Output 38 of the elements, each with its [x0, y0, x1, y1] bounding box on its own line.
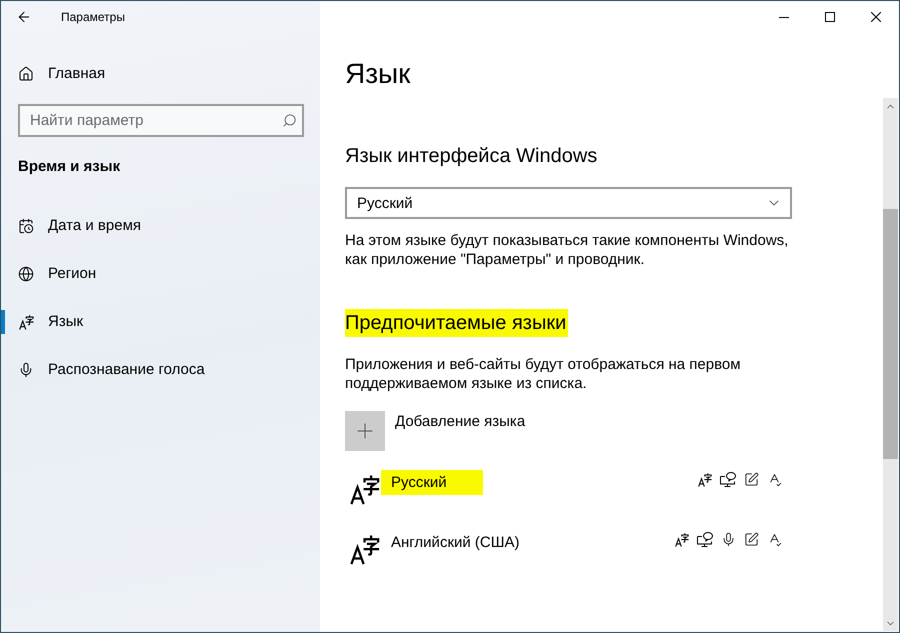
microphone-icon: [18, 362, 34, 378]
add-language-button[interactable]: Добавление языка: [345, 411, 526, 451]
monitor-speech-bubble-icon: [697, 532, 713, 547]
language-dropdown[interactable]: Русский: [345, 187, 792, 219]
search-icon[interactable]: [282, 113, 297, 128]
sidebar-item[interactable]: Регион: [1, 250, 320, 298]
sidebar-item[interactable]: Дата и время: [1, 202, 320, 250]
language-icon: [675, 532, 689, 546]
description-text: На этом языке будут показываться такие компоненты Windows, как приложение "Параметры" и проводник.: [345, 231, 790, 269]
monitor-speech-bubble-icon: [720, 472, 736, 487]
calendar-clock-icon: [18, 218, 34, 234]
home-icon: [18, 66, 34, 82]
microphone-icon: [721, 532, 736, 547]
language-icon: [350, 475, 380, 505]
window-title: Параметры: [61, 9, 125, 25]
maximize-icon: [825, 12, 835, 22]
scrollbar-thumb[interactable]: [883, 209, 898, 459]
page-title: Язык: [345, 57, 412, 91]
language-name: Русский: [381, 470, 483, 495]
pen-icon: [744, 472, 759, 487]
pen-icon: [744, 532, 759, 547]
sidebar-item[interactable]: Язык: [1, 298, 320, 346]
close-icon: [871, 12, 881, 22]
language-icon: [350, 535, 380, 565]
language-icon: [18, 314, 34, 330]
description-text: Приложения и веб-сайты будут отображаться на первом поддерживаемом языке из списка.: [345, 355, 742, 393]
section-heading: Предпочитаемые языки: [345, 309, 568, 337]
section-title: Время и язык: [18, 157, 122, 177]
sidebar-item[interactable]: Распознавание голоса: [1, 346, 320, 394]
plus-icon: [345, 411, 385, 451]
search-field[interactable]: Найти параметр: [18, 104, 304, 137]
scrollbar-track[interactable]: [883, 98, 898, 631]
language-name: Английский (США): [391, 533, 520, 552]
language-icon: [698, 472, 712, 486]
section-heading: Язык интерфейса Windows: [345, 144, 598, 169]
globe-icon: [18, 266, 34, 282]
minimize-icon: [779, 16, 789, 18]
home-link[interactable]: Главная: [1, 50, 320, 98]
